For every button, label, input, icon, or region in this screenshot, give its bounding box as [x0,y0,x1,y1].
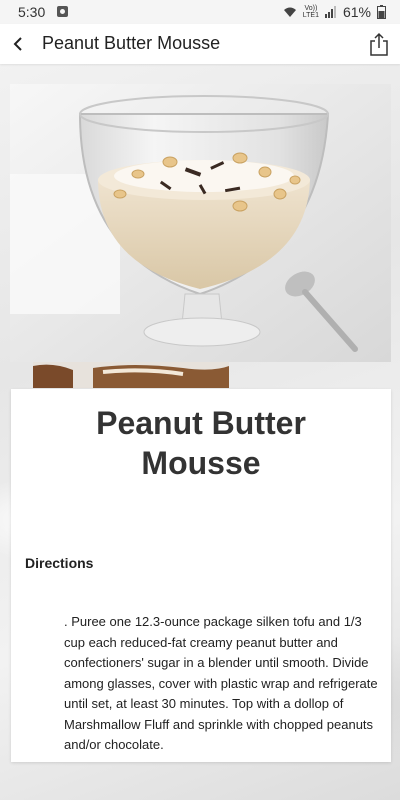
back-button[interactable] [4,30,32,58]
notification-icon [57,6,68,17]
battery-percent: 61% [342,4,371,20]
directions-heading: Directions [25,555,94,571]
bread-photo [33,362,229,388]
recipe-title: Peanut Butter Mousse [96,405,306,481]
bread-image-strip [33,362,229,388]
chevron-left-icon [13,37,22,51]
recipe-hero-image [10,84,391,362]
battery-icon [377,5,386,19]
page-title: Peanut Butter Mousse [42,33,221,53]
share-button[interactable] [367,30,391,58]
directions-text: . Puree one 12.3-ounce package silken to… [64,614,378,752]
signal-icon [324,6,336,18]
network-label: Vo)) LTE1 [302,5,319,19]
status-bar: 5:30 Vo)) LTE1 61% [0,0,400,24]
status-time: 5:30 [18,4,46,20]
recipe-card: Peanut Butter Mousse Directions . Puree … [11,389,391,762]
app-bar: Peanut Butter Mousse [0,24,400,64]
wifi-icon [283,7,296,17]
share-icon [370,32,388,56]
mousse-photo [10,84,391,362]
